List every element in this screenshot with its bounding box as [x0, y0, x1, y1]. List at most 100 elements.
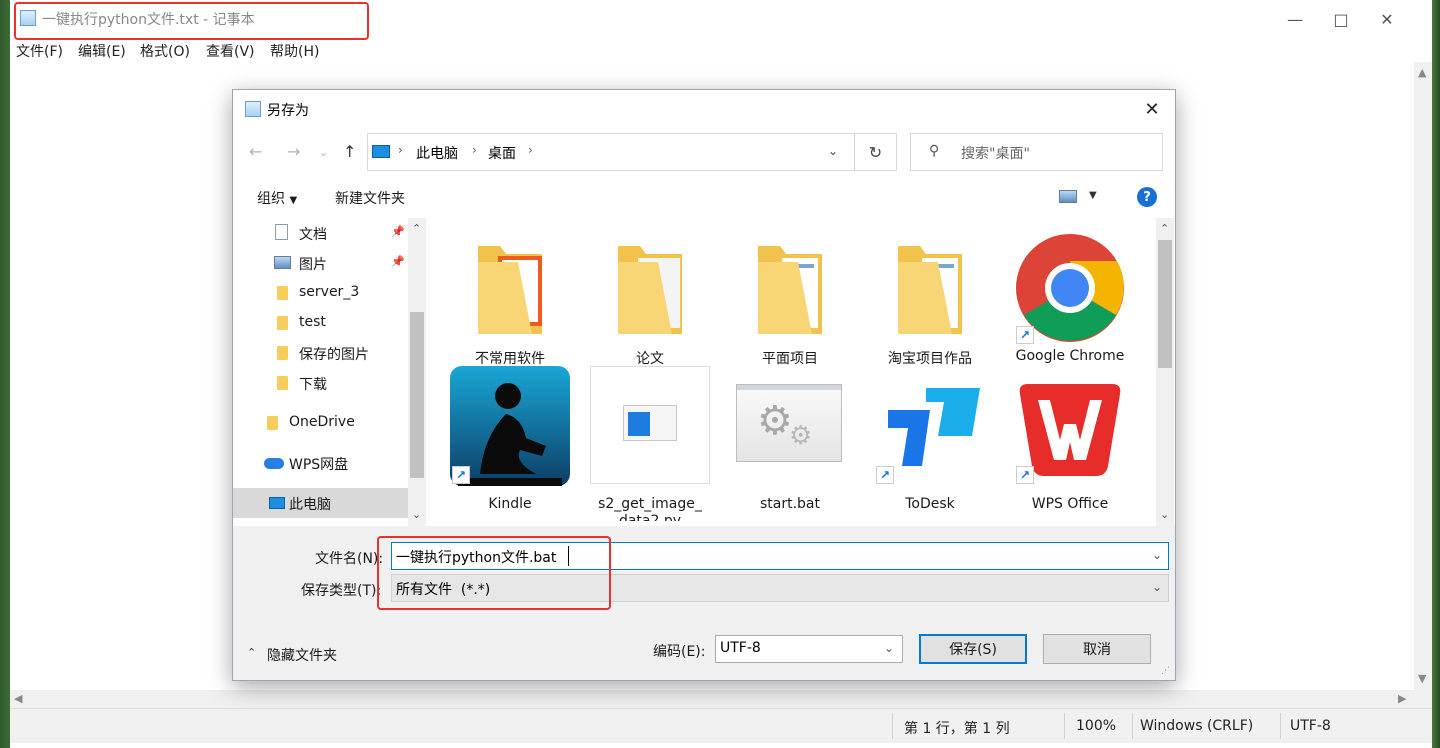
- nav-item-wps-drive[interactable]: WPS网盘: [233, 448, 408, 478]
- scroll-right-icon[interactable]: ▶: [1398, 692, 1406, 705]
- file-item-todesk[interactable]: ↗ ToDesk: [860, 380, 1000, 526]
- address-dropdown-icon[interactable]: ⌄: [828, 144, 838, 158]
- scroll-up-icon[interactable]: ⌃: [1160, 222, 1169, 235]
- filetype-dropdown-icon[interactable]: ⌄: [1152, 580, 1162, 594]
- shortcut-arrow-icon: ↗: [452, 466, 470, 484]
- nav-item-label: 图片: [299, 257, 327, 273]
- breadcrumb-chevron-icon: ›: [528, 143, 533, 157]
- dialog-toolbar: 组织 ▼ 新建文件夹 ▼: [233, 178, 1175, 218]
- file-item-start-bat[interactable]: ⚙ ⚙ start.bat: [720, 380, 860, 526]
- scroll-left-icon[interactable]: ◀: [14, 692, 22, 705]
- folder-icon: [277, 346, 288, 360]
- save-button[interactable]: 保存(S): [919, 634, 1027, 664]
- menu-edit[interactable]: 编辑(E): [78, 41, 126, 61]
- file-name: ToDesk: [905, 496, 955, 512]
- filename-dropdown-icon[interactable]: ⌄: [1152, 548, 1162, 562]
- breadcrumb-desktop[interactable]: 桌面: [488, 143, 516, 163]
- wps-office-icon: [1019, 384, 1121, 476]
- menu-help[interactable]: 帮助(H): [270, 41, 319, 61]
- vertical-scrollbar[interactable]: ▲ ▼: [1414, 62, 1432, 690]
- nav-item-onedrive[interactable]: OneDrive: [233, 408, 408, 438]
- encoding-select[interactable]: UTF-8 ⌄: [715, 635, 903, 663]
- help-icon[interactable]: ?: [1137, 187, 1157, 207]
- file-name-overflow: data2.py: [618, 513, 682, 521]
- view-dropdown-icon[interactable]: ▼: [1089, 190, 1097, 201]
- file-name: 论文: [636, 351, 664, 367]
- file-item-taobao-works[interactable]: 淘宝项目作品: [860, 228, 1000, 378]
- scroll-down-icon[interactable]: ▼: [1418, 672, 1426, 685]
- nav-item-label: OneDrive: [289, 414, 355, 430]
- dialog-title: 另存为: [267, 103, 309, 119]
- folder-icon: [277, 316, 288, 330]
- horizontal-scrollbar[interactable]: ◀ ▶: [10, 690, 1414, 708]
- minimize-icon[interactable]: —: [1272, 0, 1318, 38]
- organize-button[interactable]: 组织 ▼: [257, 188, 297, 208]
- maximize-icon[interactable]: □: [1318, 0, 1364, 38]
- close-icon[interactable]: ✕: [1364, 0, 1410, 38]
- menu-file[interactable]: 文件(F): [16, 41, 63, 61]
- nav-item-this-pc[interactable]: 此电脑: [233, 488, 408, 518]
- nav-item-test[interactable]: test: [233, 308, 408, 338]
- nav-item-label: 文档: [299, 227, 327, 243]
- file-item-graphic-projects[interactable]: 平面项目: [720, 228, 860, 378]
- scroll-thumb[interactable]: [1158, 240, 1172, 368]
- file-list-scrollbar[interactable]: ⌃ ⌄: [1156, 218, 1174, 526]
- file-item-thesis[interactable]: 论文: [580, 228, 720, 378]
- scroll-up-icon[interactable]: ⌃: [412, 222, 421, 235]
- nav-item-pictures[interactable]: 图片 📌: [233, 248, 408, 278]
- scroll-thumb[interactable]: [410, 312, 424, 478]
- scroll-down-icon[interactable]: ⌄: [412, 508, 421, 521]
- new-folder-button[interactable]: 新建文件夹: [335, 188, 405, 208]
- nav-item-label: WPS网盘: [289, 457, 349, 473]
- view-options-icon[interactable]: [1059, 190, 1077, 203]
- breadcrumb-this-pc[interactable]: 此电脑: [416, 143, 458, 163]
- file-thumbnail: [590, 366, 710, 484]
- gear-icon: ⚙: [757, 398, 793, 444]
- organize-dropdown-icon: ▼: [289, 195, 298, 206]
- encoding-dropdown-icon[interactable]: ⌄: [884, 641, 894, 655]
- status-separator: [1132, 713, 1133, 739]
- file-item-uncommon-software[interactable]: 不常用软件: [440, 228, 580, 378]
- nav-item-label: 此电脑: [289, 497, 331, 513]
- status-separator: [1064, 713, 1065, 739]
- folder-icon: [898, 246, 962, 334]
- shortcut-arrow-icon: ↗: [1016, 466, 1034, 484]
- bat-file-icon: ⚙ ⚙: [736, 384, 842, 462]
- status-encoding: UTF-8: [1290, 718, 1331, 734]
- menu-format[interactable]: 格式(O): [140, 41, 190, 61]
- chevron-up-icon[interactable]: ⌃: [247, 646, 256, 659]
- search-box[interactable]: ⚲ 搜索"桌面": [910, 133, 1163, 171]
- menu-view[interactable]: 查看(V): [206, 41, 255, 61]
- nav-item-documents[interactable]: 文档 📌: [233, 218, 408, 248]
- dialog-close-icon[interactable]: ✕: [1129, 90, 1175, 128]
- forward-arrow-icon[interactable]: →: [287, 142, 300, 161]
- file-item-s2-get-image-data2[interactable]: s2_get_image_ data2.py: [580, 366, 720, 526]
- pin-icon: 📌: [391, 255, 405, 268]
- nav-item-server-3[interactable]: server_3: [233, 278, 408, 308]
- cancel-button[interactable]: 取消: [1043, 634, 1151, 664]
- picture-icon: [274, 256, 291, 269]
- file-name: 平面项目: [762, 351, 818, 367]
- filename-label: 文件名(N):: [315, 551, 384, 567]
- status-zoom: 100%: [1076, 718, 1117, 734]
- scroll-down-icon[interactable]: ⌄: [1160, 508, 1169, 521]
- back-arrow-icon[interactable]: ←: [249, 142, 262, 161]
- nav-pane-scrollbar[interactable]: ⌃ ⌄: [408, 218, 426, 526]
- address-bar[interactable]: › 此电脑 › 桌面 › ⌄: [367, 133, 855, 171]
- todesk-icon: [888, 388, 980, 466]
- resize-grip-icon[interactable]: ⋰: [1161, 666, 1170, 676]
- status-separator: [1280, 713, 1281, 739]
- shortcut-arrow-icon: ↗: [876, 466, 894, 484]
- file-item-wps-office[interactable]: ↗ WPS Office: [1000, 380, 1140, 526]
- computer-icon: [269, 497, 285, 509]
- refresh-icon[interactable]: ↻: [855, 133, 897, 171]
- up-arrow-icon[interactable]: ↑: [343, 142, 356, 161]
- nav-item-downloads[interactable]: 下载: [233, 368, 408, 398]
- folder-icon: [277, 286, 288, 300]
- hide-folders-toggle[interactable]: 隐藏文件夹: [267, 645, 337, 665]
- scroll-up-icon[interactable]: ▲: [1418, 66, 1426, 79]
- recent-chevron-down-icon[interactable]: ⌄: [319, 146, 328, 159]
- nav-item-saved-pictures[interactable]: 保存的图片: [233, 338, 408, 368]
- file-item-google-chrome[interactable]: ↗ Google Chrome: [1000, 228, 1140, 378]
- file-item-kindle[interactable]: ↗ Kindle: [440, 366, 580, 526]
